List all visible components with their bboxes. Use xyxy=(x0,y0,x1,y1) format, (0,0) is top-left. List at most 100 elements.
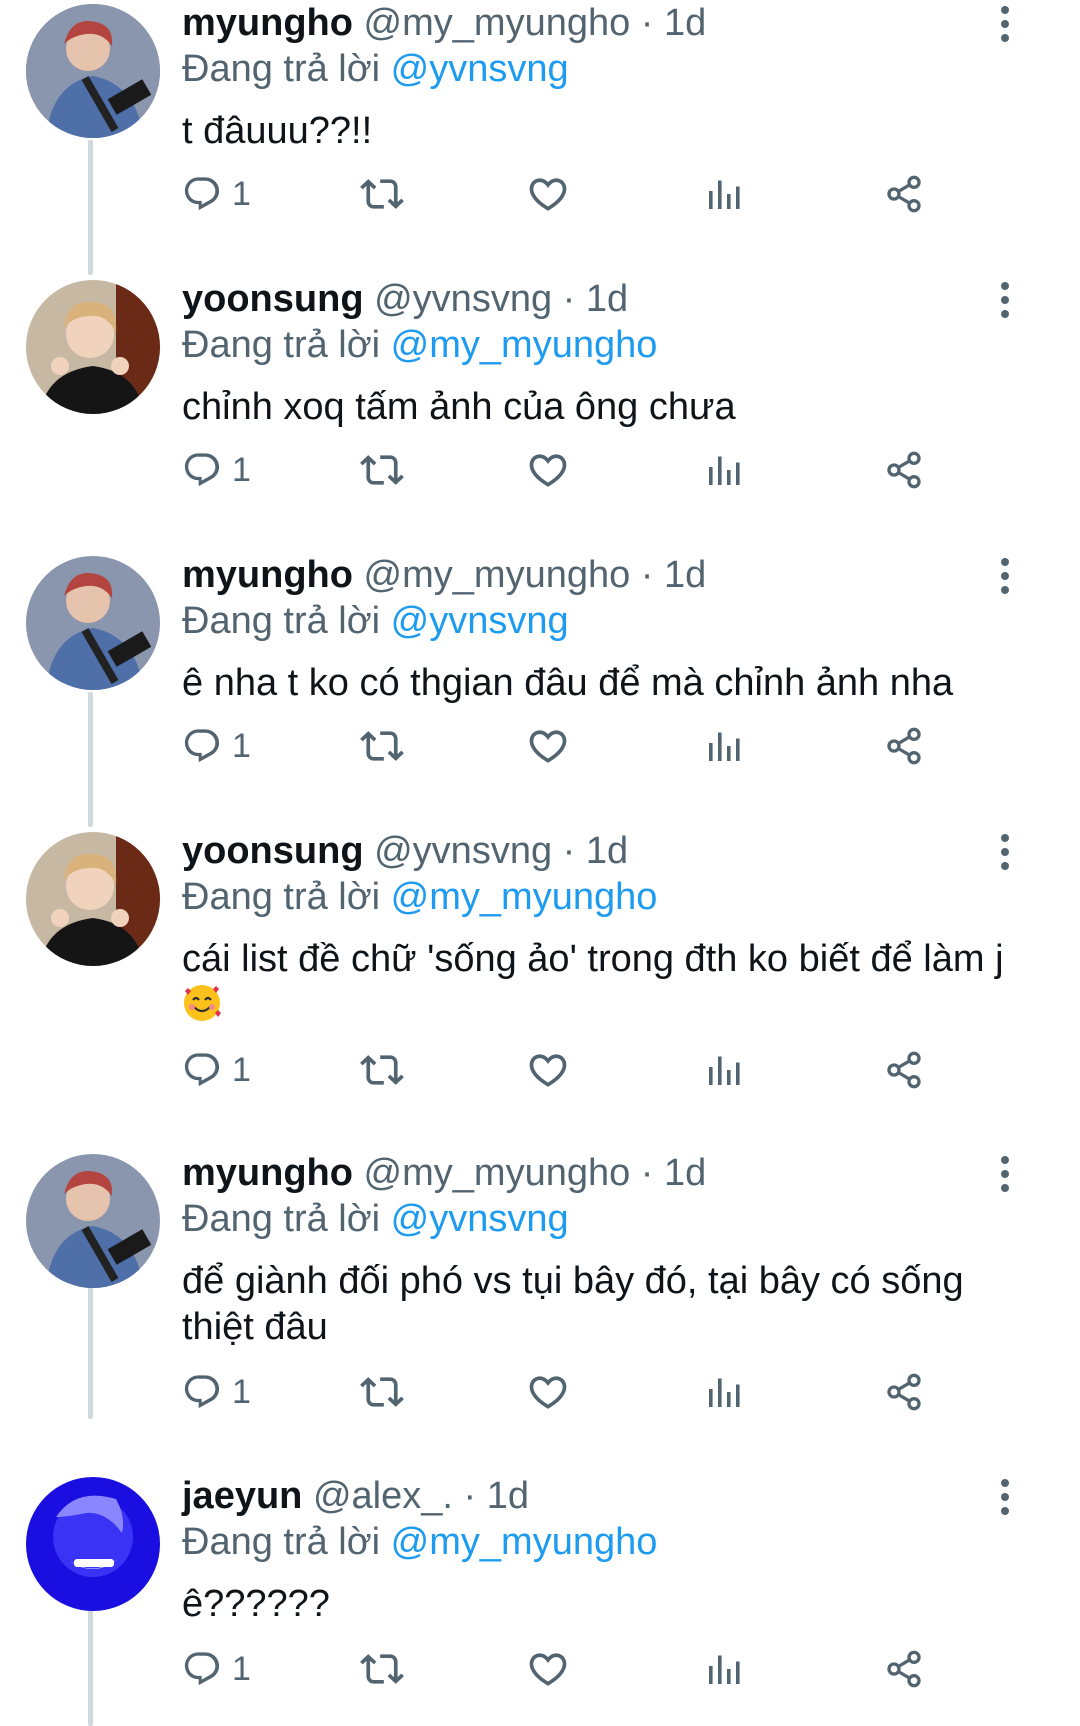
views-button[interactable] xyxy=(706,170,742,218)
reply-button[interactable]: 1 xyxy=(182,1645,251,1693)
views-button[interactable] xyxy=(706,722,742,770)
share-button[interactable] xyxy=(884,1368,924,1416)
retweet-button[interactable] xyxy=(360,722,404,770)
retweet-button[interactable] xyxy=(360,1645,404,1693)
display-name[interactable]: jaeyun xyxy=(182,1475,302,1517)
reply-count: 1 xyxy=(232,1372,251,1411)
share-button[interactable] xyxy=(884,446,924,494)
timestamp: · 1d xyxy=(640,2,707,44)
tweet-text: chỉnh xoq tấm ảnh của ông chưa xyxy=(182,386,736,428)
display-name[interactable]: myungho xyxy=(182,2,353,44)
handle[interactable]: @yvnsvng xyxy=(374,830,552,872)
views-button[interactable] xyxy=(706,1368,742,1416)
tweet[interactable]: myungho @my_myungho · 1d Đang trả lời @y… xyxy=(0,0,1080,275)
reply-button[interactable]: 1 xyxy=(182,1368,251,1416)
tweet-text: để giành đối phó vs tụi bây đó, tại bây … xyxy=(182,1260,964,1348)
more-vertical-icon[interactable] xyxy=(990,552,1020,600)
more-vertical-icon[interactable] xyxy=(990,0,1020,48)
retweet-button[interactable] xyxy=(360,1046,404,1094)
retweet-icon xyxy=(360,1055,404,1085)
more-vertical-icon[interactable] xyxy=(990,276,1020,324)
like-button[interactable] xyxy=(526,1368,570,1416)
reply-prefix: Đang trả lời xyxy=(182,48,381,90)
handle[interactable]: @my_myungho xyxy=(364,2,631,44)
retweet-icon xyxy=(360,1654,404,1684)
avatar[interactable] xyxy=(26,832,160,966)
like-button[interactable] xyxy=(526,170,570,218)
tweet[interactable]: myungho @my_myungho · 1d Đang trả lời @y… xyxy=(0,1150,1080,1472)
action-bar: 1 xyxy=(182,1046,1012,1094)
timestamp: · 1d xyxy=(463,1475,529,1517)
tweet[interactable]: myungho @my_myungho · 1d Đang trả lời @y… xyxy=(0,552,1080,827)
action-bar: 1 xyxy=(182,1368,1012,1416)
handle[interactable]: @my_myungho xyxy=(364,1152,631,1194)
display-name[interactable]: yoonsung xyxy=(182,830,364,872)
reply-prefix: Đang trả lời xyxy=(182,1198,381,1240)
avatar[interactable] xyxy=(26,556,160,690)
more-vertical-icon[interactable] xyxy=(990,1150,1020,1198)
share-icon xyxy=(887,1650,921,1688)
reply-icon xyxy=(184,1053,220,1087)
reply-prefix: Đang trả lời xyxy=(182,324,381,366)
handle[interactable]: @alex_. xyxy=(313,1475,453,1517)
views-button[interactable] xyxy=(706,446,742,494)
retweet-button[interactable] xyxy=(360,170,404,218)
avatar[interactable] xyxy=(26,4,160,138)
reply-button[interactable]: 1 xyxy=(182,1046,251,1094)
reply-button[interactable]: 1 xyxy=(182,170,251,218)
reply-mention-link[interactable]: @my_myungho xyxy=(391,1521,658,1563)
avatar[interactable] xyxy=(26,1477,160,1611)
more-vertical-icon[interactable] xyxy=(990,828,1020,876)
like-button[interactable] xyxy=(526,722,570,770)
views-button[interactable] xyxy=(706,1046,742,1094)
heart-icon xyxy=(529,1054,567,1087)
bar-chart-icon xyxy=(709,732,740,761)
heart-icon xyxy=(529,178,567,211)
timestamp: · 1d xyxy=(640,1152,707,1194)
more-vertical-icon[interactable] xyxy=(990,1473,1020,1521)
display-name[interactable]: myungho xyxy=(182,554,353,596)
handle[interactable]: @my_myungho xyxy=(364,554,631,596)
tweet[interactable]: jaeyun @alex_. · 1d Đang trả lời @my_myu… xyxy=(0,1473,1080,1726)
retweet-icon xyxy=(360,1377,404,1407)
reply-mention-link[interactable]: @yvnsvng xyxy=(391,48,569,90)
reply-icon xyxy=(184,729,220,763)
share-button[interactable] xyxy=(884,170,924,218)
reply-prefix: Đang trả lời xyxy=(182,876,381,918)
reply-count: 1 xyxy=(232,450,251,489)
share-button[interactable] xyxy=(884,1046,924,1094)
display-name[interactable]: myungho xyxy=(182,1152,353,1194)
display-name[interactable]: yoonsung xyxy=(182,278,364,320)
avatar[interactable] xyxy=(26,1154,160,1288)
handle[interactable]: @yvnsvng xyxy=(374,278,552,320)
tweet[interactable]: yoonsung @yvnsvng · 1d Đang trả lời @my_… xyxy=(0,276,1080,551)
share-icon xyxy=(887,1051,921,1089)
reply-button[interactable]: 1 xyxy=(182,446,251,494)
retweet-button[interactable] xyxy=(360,446,404,494)
like-button[interactable] xyxy=(526,1046,570,1094)
bar-chart-icon xyxy=(709,1056,740,1085)
action-bar: 1 xyxy=(182,722,1012,770)
share-button[interactable] xyxy=(884,722,924,770)
action-bar: 1 xyxy=(182,1645,1012,1693)
like-button[interactable] xyxy=(526,1645,570,1693)
reply-mention-link[interactable]: @my_myungho xyxy=(391,876,658,918)
heart-icon xyxy=(529,1376,567,1409)
reply-button[interactable]: 1 xyxy=(182,722,251,770)
reply-mention-link[interactable]: @my_myungho xyxy=(391,324,658,366)
reply-prefix: Đang trả lời xyxy=(182,600,381,642)
bar-chart-icon xyxy=(709,180,740,209)
avatar[interactable] xyxy=(26,280,160,414)
reply-count: 1 xyxy=(232,1050,251,1089)
retweet-button[interactable] xyxy=(360,1368,404,1416)
reply-mention-link[interactable]: @yvnsvng xyxy=(391,600,569,642)
views-button[interactable] xyxy=(706,1645,742,1693)
share-button[interactable] xyxy=(884,1645,924,1693)
tweet[interactable]: yoonsung @yvnsvng · 1d Đang trả lời @my_… xyxy=(0,828,1080,1150)
reply-count: 1 xyxy=(232,174,251,213)
reply-mention-link[interactable]: @yvnsvng xyxy=(391,1198,569,1240)
tweet-text: ê?????? xyxy=(182,1583,330,1625)
reply-prefix: Đang trả lời xyxy=(182,1521,381,1563)
like-button[interactable] xyxy=(526,446,570,494)
action-bar: 1 xyxy=(182,446,1012,494)
